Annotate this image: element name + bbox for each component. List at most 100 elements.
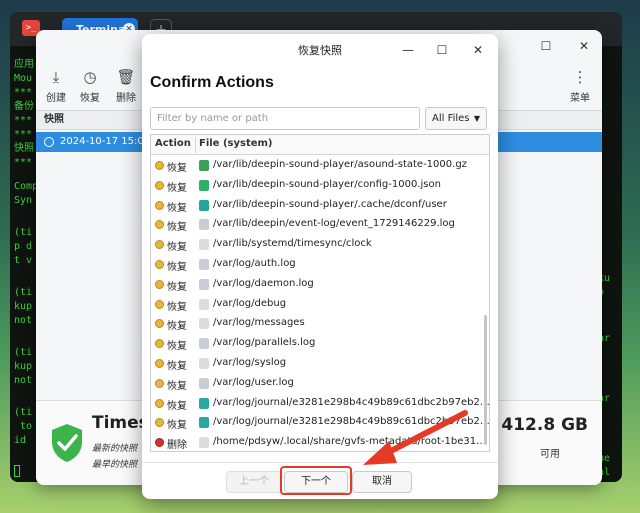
row-file-path: /var/log/debug: [213, 297, 287, 309]
terminal-cursor: [14, 465, 20, 477]
row-file-path: /var/lib/deepin-sound-player/config-1000…: [213, 178, 441, 190]
terminal-line: (ti: [14, 287, 33, 298]
file-user-icon: [199, 199, 209, 211]
delete-button[interactable]: 🗑 删除: [108, 66, 144, 104]
row-file-path: /var/lib/deepin/event-log/event_17291462…: [213, 218, 455, 230]
file-gz-icon: [199, 160, 209, 171]
row-action-label: 恢复: [167, 222, 187, 234]
dialog-minimize-icon[interactable]: —: [398, 40, 418, 60]
row-file-path: /var/log/user.log: [213, 376, 294, 388]
trash-icon: 🗑: [116, 68, 136, 86]
terminal-line: Syn: [14, 195, 33, 206]
restore-status-icon: [155, 398, 164, 408]
table-row[interactable]: 恢复/var/lib/deepin-sound-player/config-10…: [151, 176, 483, 196]
row-action-label: 恢复: [167, 321, 187, 333]
terminal-line: not: [14, 375, 33, 386]
file-plain-icon: [199, 239, 209, 251]
row-action-label: 恢复: [167, 301, 187, 313]
row-action-label: 恢复: [167, 420, 187, 432]
file-json-icon: [199, 179, 209, 191]
table-row[interactable]: 恢复/var/log/daemon.log: [151, 275, 483, 295]
snapshots-header-label: 快照: [44, 114, 64, 125]
row-action-label: 恢复: [167, 262, 187, 273]
latest-snapshot-label: 最新的快照: [92, 444, 138, 454]
restore-label: 恢复: [80, 93, 100, 104]
terminal-line: (ti: [14, 227, 33, 238]
row-file-path: /var/log/daemon.log: [213, 277, 314, 289]
terminal-line: not: [14, 315, 33, 326]
terminal-line: 备份: [14, 101, 34, 112]
restore-status-icon: [155, 359, 164, 368]
previous-button[interactable]: 上一个: [226, 471, 282, 493]
row-action-label: 恢复: [167, 202, 187, 214]
restore-status-icon: [155, 220, 164, 230]
kebab-menu-icon: ⋮: [572, 68, 588, 86]
snapshot-date: 2024-10-17 15:09: [60, 136, 151, 147]
col-file-header[interactable]: File (system): [199, 138, 273, 149]
restore-status-icon: [155, 378, 164, 388]
maximize-icon[interactable]: ☐: [536, 36, 556, 56]
column-divider[interactable]: [195, 137, 196, 153]
oldest-snapshot-label: 最早的快照: [92, 460, 138, 470]
create-button[interactable]: ⤓ 创建: [38, 66, 74, 104]
caret-down-icon: ▼: [473, 114, 480, 123]
restore-status-icon: [155, 279, 164, 289]
row-file-path: /var/lib/deepin-sound-player/asound-stat…: [213, 159, 467, 170]
file-plain-icon: [199, 437, 209, 449]
terminal-line: ***: [14, 115, 33, 126]
restore-status-icon: [155, 200, 164, 210]
table-row[interactable]: 恢复/var/lib/deepin/event-log/event_172914…: [151, 215, 483, 235]
menu-label: 菜单: [570, 93, 590, 104]
next-button-highlight-box: [280, 466, 352, 495]
delete-label: 删除: [116, 93, 136, 104]
terminal-line: ***: [14, 87, 33, 98]
terminal-line: ***: [14, 157, 33, 168]
table-row[interactable]: 恢复/var/log/user.log: [151, 374, 483, 394]
restore-status-icon: [155, 240, 164, 250]
free-space-label: 可用: [540, 449, 560, 460]
file-filter-value: All Files: [432, 113, 470, 124]
table-row[interactable]: 恢复/var/log/debug: [151, 295, 483, 315]
file-journal-icon: [199, 417, 209, 429]
table-row[interactable]: 恢复/var/log/messages: [151, 314, 483, 334]
table-row[interactable]: 恢复/var/log/parallels.log: [151, 334, 483, 354]
row-action-label: 恢复: [167, 242, 187, 254]
terminal-line: kup: [14, 301, 33, 312]
row-action-label: 恢复: [167, 400, 187, 412]
row-file-path: /var/log/auth.log: [213, 258, 296, 269]
row-action-label: 恢复: [167, 380, 187, 392]
table-row[interactable]: 恢复/var/log/syslog: [151, 354, 483, 374]
table-header: Action File (system): [151, 135, 489, 155]
dialog-close-icon[interactable]: ✕: [468, 40, 488, 60]
terminal-line: Mou: [14, 73, 33, 84]
delete-status-icon: [155, 438, 164, 448]
row-action-label: 恢复: [167, 163, 187, 174]
close-icon[interactable]: ✕: [574, 36, 594, 56]
menu-button[interactable]: ⋮ 菜单: [562, 66, 598, 104]
terminal-line: id: [14, 435, 27, 446]
restore-button[interactable]: ◷ 恢复: [72, 66, 108, 104]
dialog-heading: Confirm Actions: [150, 74, 274, 91]
table-scrollbar[interactable]: [484, 315, 487, 445]
row-action-label: 恢复: [167, 182, 187, 194]
row-action-label: 恢复: [167, 341, 187, 353]
clock-icon: ◷: [83, 68, 97, 86]
file-log-icon: [199, 278, 209, 290]
restore-status-icon: [155, 319, 164, 329]
shield-check-icon: [52, 424, 82, 462]
filter-input[interactable]: [150, 107, 420, 130]
file-filter-select[interactable]: All Files ▼: [425, 107, 487, 130]
terminal-line: 应用: [14, 59, 34, 70]
restore-status-icon: [155, 339, 164, 349]
table-row[interactable]: 恢复/var/log/auth.log: [151, 255, 483, 275]
terminal-line: 快照: [14, 143, 34, 154]
row-file-path: /var/log/messages: [213, 317, 305, 329]
terminal-line: ***: [14, 129, 33, 140]
table-row[interactable]: 恢复/var/lib/deepin-sound-player/asound-st…: [151, 156, 483, 176]
col-action-header[interactable]: Action: [155, 138, 191, 149]
create-label: 创建: [46, 93, 66, 104]
table-row[interactable]: 恢复/var/lib/systemd/timesync/clock: [151, 235, 483, 255]
dialog-maximize-icon[interactable]: ☐: [432, 40, 452, 60]
row-action-label: 恢复: [167, 281, 187, 293]
table-row[interactable]: 恢复/var/lib/deepin-sound-player/.cache/dc…: [151, 196, 483, 216]
